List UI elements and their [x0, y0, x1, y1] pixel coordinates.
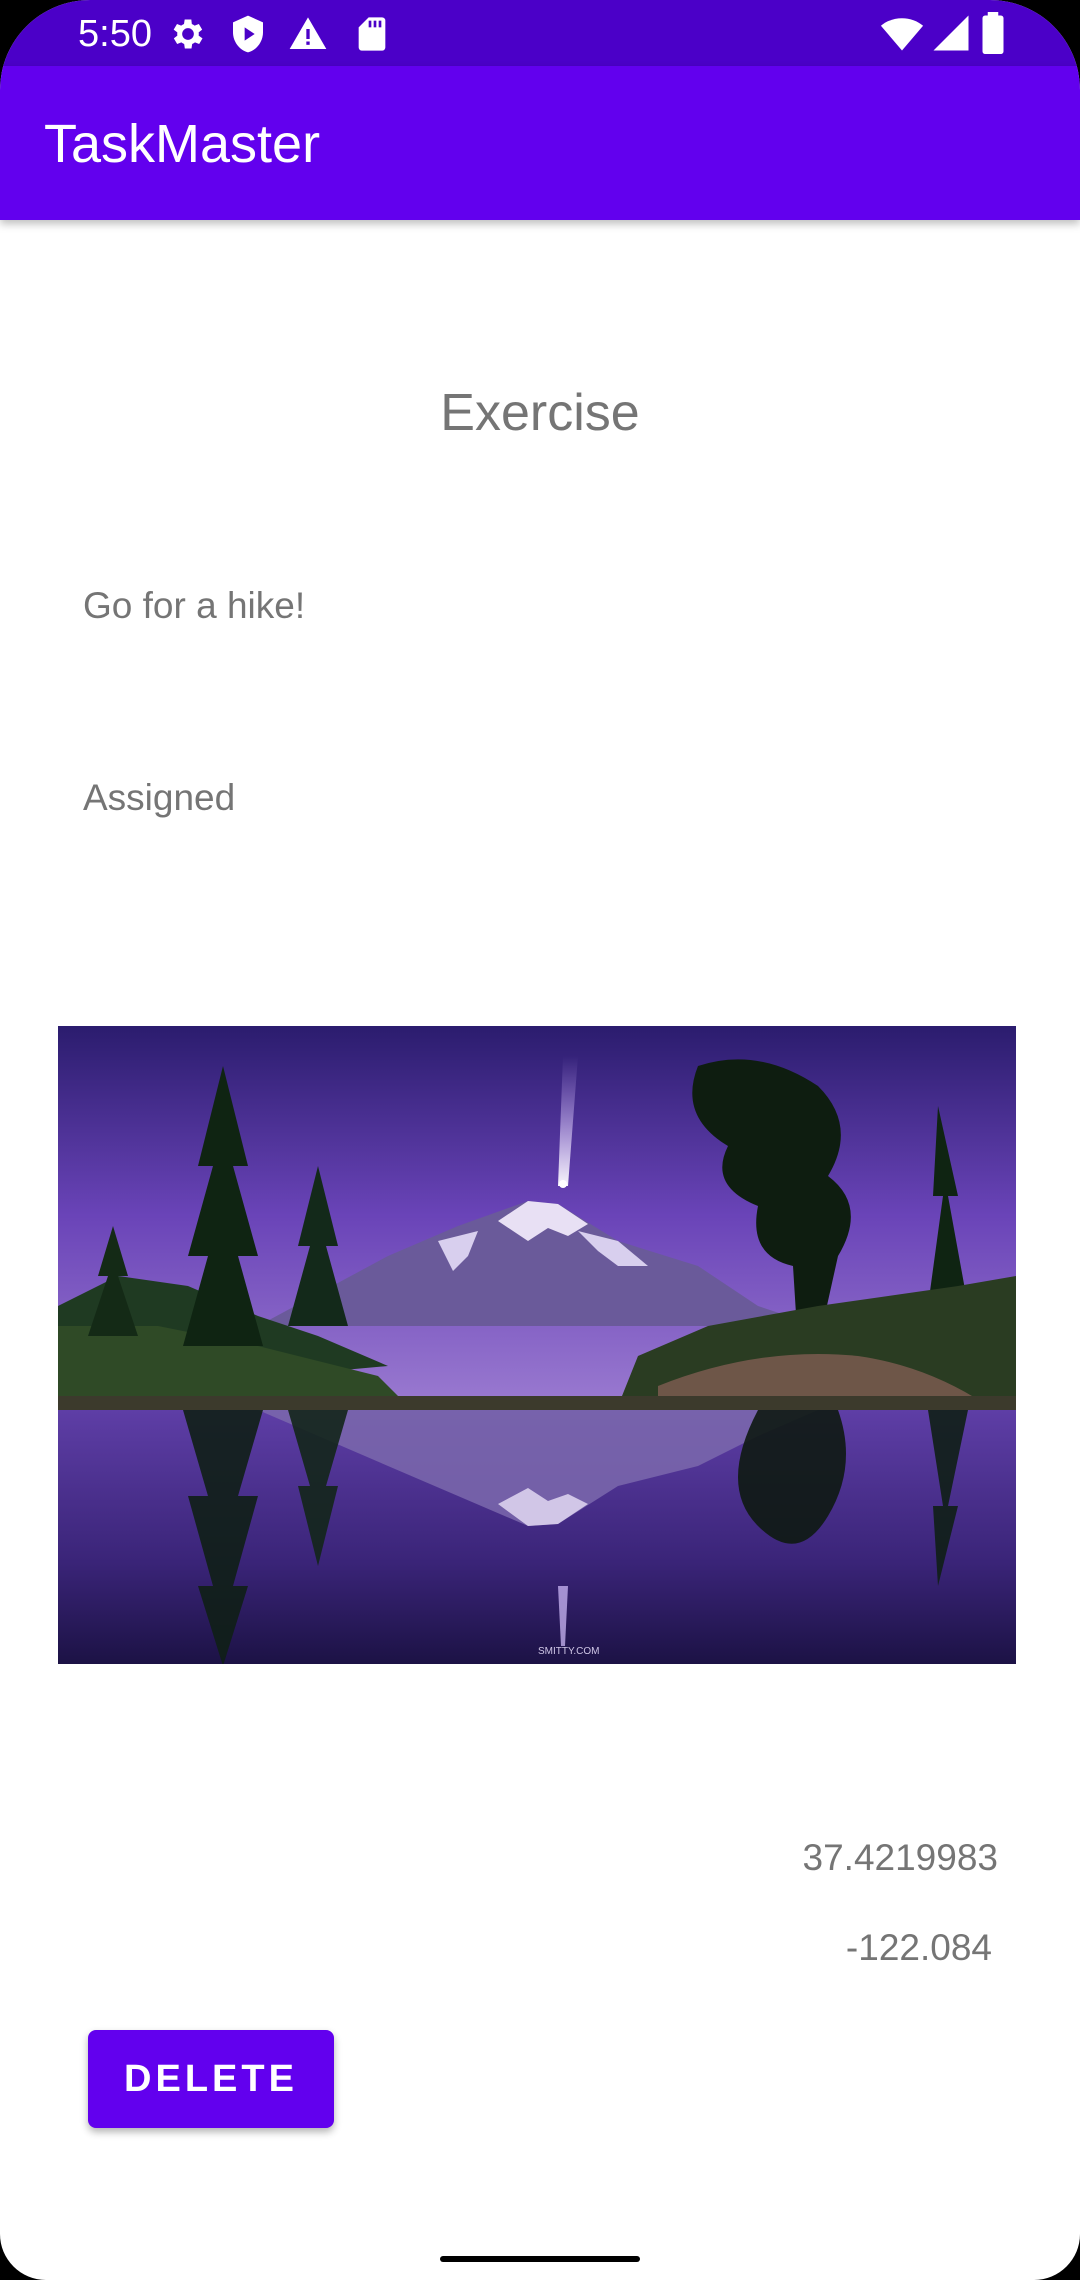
- latitude-text: 37.4219983: [802, 1837, 998, 1878]
- settings-gear-icon: [173, 19, 203, 49]
- mountain-lake-image: SMITTY.COM: [58, 1026, 1016, 1664]
- app-bar: TaskMaster: [0, 66, 1080, 220]
- wifi-icon: [880, 18, 924, 51]
- app-title: TaskMaster: [44, 114, 321, 174]
- task-state: Assigned: [83, 777, 236, 818]
- play-protect-icon: [233, 15, 263, 53]
- gesture-handle[interactable]: [440, 2256, 640, 2262]
- signal-icon: [933, 15, 969, 51]
- status-bar: 5:50: [0, 0, 1080, 66]
- sd-card-icon: [358, 17, 386, 51]
- status-time: 5:50: [78, 13, 152, 55]
- delete-button[interactable]: DELETE: [88, 2030, 334, 2128]
- warning-icon: [289, 17, 327, 49]
- phone-screen: 5:50 TaskMaster Exercise Go for a hike! …: [0, 0, 1080, 2280]
- battery-icon: [982, 12, 1004, 54]
- task-title: Exercise: [440, 384, 640, 442]
- image-watermark: SMITTY.COM: [538, 1646, 599, 1657]
- task-body: Go for a hike!: [83, 585, 306, 626]
- longitude-text: -122.084: [845, 1927, 992, 1968]
- task-image: SMITTY.COM: [58, 1026, 1016, 1664]
